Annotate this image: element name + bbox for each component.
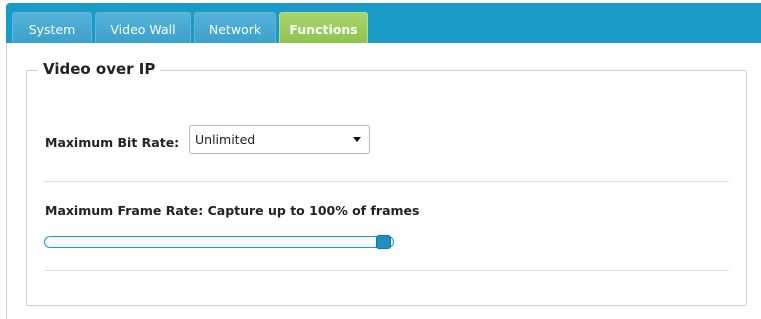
- frame-rate-slider-handle[interactable]: [376, 235, 391, 249]
- tab-bar: System Video Wall Network Functions: [6, 3, 761, 45]
- max-frame-rate-label: Maximum Frame Rate: Capture up to 100% o…: [45, 203, 420, 218]
- divider: [44, 181, 729, 182]
- max-bit-rate-label: Maximum Bit Rate:: [45, 135, 180, 150]
- tab-network[interactable]: Network: [194, 12, 276, 45]
- tab-system[interactable]: System: [12, 12, 92, 45]
- max-bit-rate-value: Unlimited: [195, 132, 256, 147]
- divider: [44, 270, 729, 271]
- max-bit-rate-select[interactable]: Unlimited: [189, 125, 370, 154]
- tab-video-wall[interactable]: Video Wall: [95, 12, 191, 45]
- chevron-down-icon: [353, 137, 361, 142]
- frame-rate-slider-track[interactable]: [44, 236, 394, 248]
- fieldset-legend: Video over IP: [38, 60, 161, 78]
- tab-functions[interactable]: Functions: [279, 12, 368, 45]
